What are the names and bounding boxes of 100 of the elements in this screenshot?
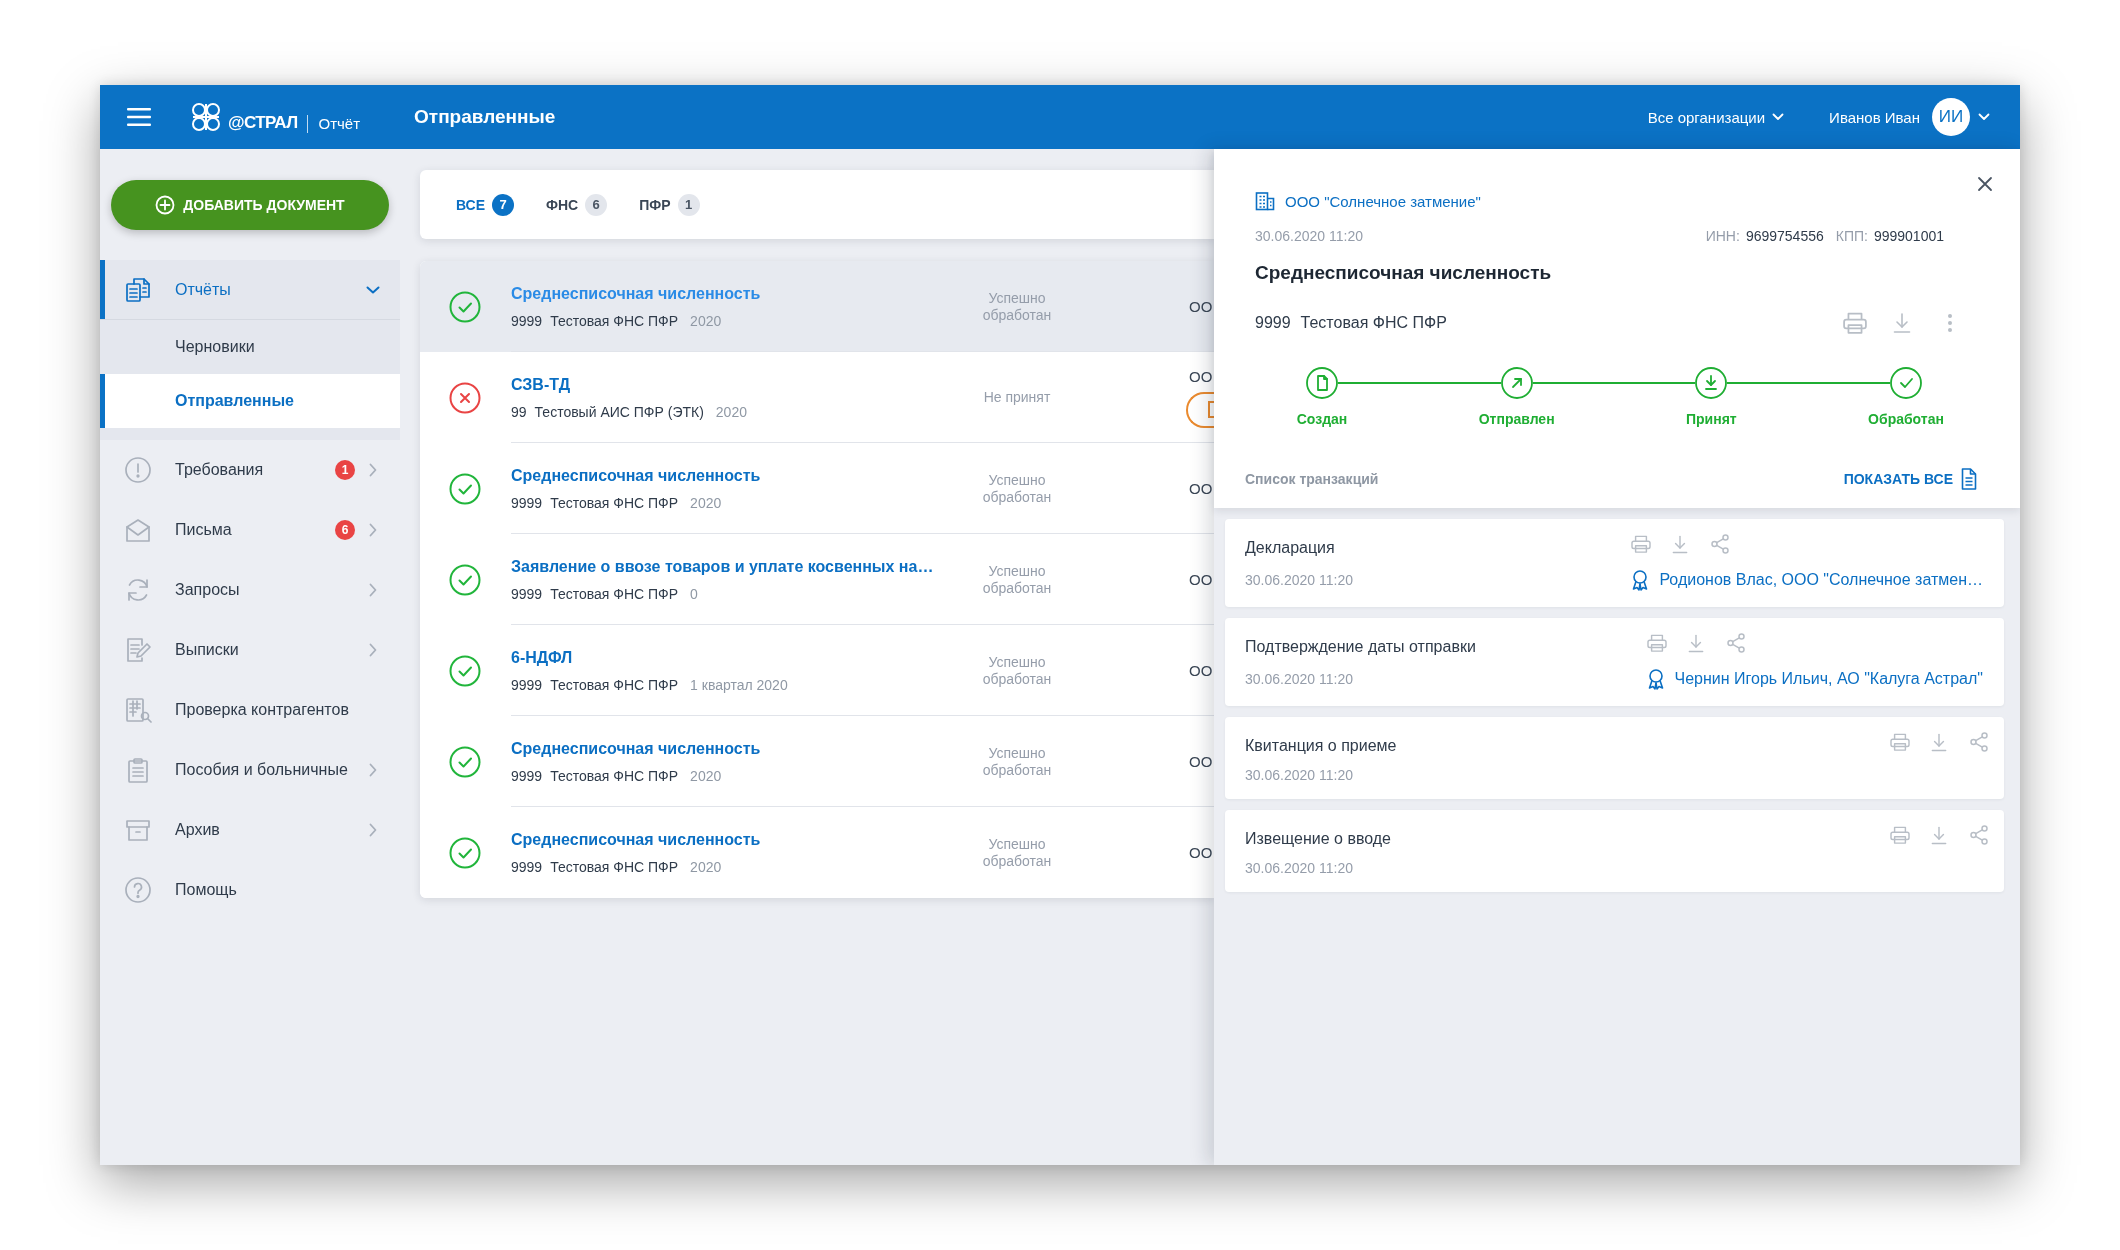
add-document-button[interactable]: ДОБАВИТЬ ДОКУМЕНТ bbox=[111, 180, 389, 230]
report-code: 9999 bbox=[511, 857, 543, 876]
recipient-name: Тестовая ФНС ПФР bbox=[550, 857, 679, 876]
organization-text: ОО bbox=[1189, 367, 1213, 386]
organization-text: ОО bbox=[1189, 752, 1213, 771]
document-title-link[interactable]: СЗВ-ТД bbox=[511, 374, 571, 395]
alert-icon bbox=[124, 456, 152, 484]
chevron-down-icon bbox=[1772, 113, 1785, 121]
report-period: 0 bbox=[690, 584, 698, 603]
document-row[interactable]: 6-НДФЛ 9999 Тестовая ФНС ПФР 1 квартал 2020 Успешно обработан ОО bbox=[420, 625, 1214, 716]
download-icon[interactable] bbox=[1931, 825, 1947, 845]
document-row[interactable]: Среднесписочная численность 9999 Тестовая ФНС ПФР 2020 Успешно обработан ОО bbox=[420, 261, 1214, 352]
action-button[interactable] bbox=[1186, 391, 1214, 428]
document-row[interactable]: Среднесписочная численность 9999 Тестовая ФНС ПФР 2020 Успешно обработан ОО bbox=[420, 443, 1214, 534]
sidebar-item[interactable]: Архив bbox=[100, 800, 400, 860]
organization-selector[interactable]: Все организации bbox=[1647, 108, 1785, 126]
document-row[interactable]: СЗВ-ТД 99 Тестовый АИС ПФР (ЭТК) 2020 Не принят ОО bbox=[420, 352, 1214, 443]
transaction-date: 30.06.2020 11:20 bbox=[1245, 571, 1354, 589]
chevron-right-icon[interactable] bbox=[369, 763, 377, 777]
sidebar-subitem[interactable]: Черновики bbox=[100, 320, 400, 374]
organization-text: ОО bbox=[1189, 479, 1213, 498]
sidebar-item[interactable]: Помощь bbox=[100, 860, 400, 920]
print-icon[interactable] bbox=[1890, 733, 1910, 751]
share-icon[interactable] bbox=[1726, 633, 1745, 653]
recipient-name: Тестовая ФНС ПФР bbox=[550, 584, 679, 603]
print-icon[interactable] bbox=[1843, 312, 1867, 334]
section-label: Список транзакций bbox=[1245, 471, 1379, 487]
document-title-link[interactable]: Среднесписочная численность bbox=[511, 738, 761, 759]
organization-text: ОО bbox=[1189, 570, 1213, 589]
download-icon[interactable] bbox=[1893, 312, 1911, 334]
transaction-title: Квитанция о приеме bbox=[1245, 736, 1398, 756]
document-title-link[interactable]: Среднесписочная численность bbox=[511, 829, 761, 850]
bracket-icon bbox=[1208, 401, 1214, 418]
document-title-link[interactable]: 6-НДФЛ bbox=[511, 647, 573, 668]
transaction-title: Подтверждение даты отправки bbox=[1245, 637, 1477, 657]
step-label: Отправлен bbox=[1478, 410, 1555, 428]
sidebar-subitem[interactable]: Отправленные bbox=[100, 374, 400, 428]
download-icon[interactable] bbox=[1672, 534, 1689, 554]
step-label: Принят bbox=[1686, 410, 1737, 428]
chevron-right-icon[interactable] bbox=[369, 523, 377, 537]
chevron-right-icon[interactable] bbox=[369, 463, 377, 477]
status-text: Не принят bbox=[982, 389, 1052, 406]
sidebar-item[interactable]: Выписки bbox=[100, 620, 400, 680]
show-all-button[interactable]: ПОКАЗАТЬ ВСЕ bbox=[1843, 468, 1977, 490]
rings-logo-icon bbox=[189, 100, 223, 134]
document-title-link[interactable]: Заявление о ввозе товаров и уплате косвенных на… bbox=[511, 556, 934, 577]
check-circle-icon bbox=[449, 654, 481, 687]
menu-icon[interactable] bbox=[127, 108, 151, 126]
document-title-link[interactable]: Среднесписочная численность bbox=[511, 465, 761, 486]
check-circle-icon bbox=[449, 290, 481, 323]
more-icon[interactable] bbox=[1947, 313, 1953, 333]
kpp-value: 999901001 bbox=[1873, 227, 1944, 245]
organization-text: ОО bbox=[1189, 843, 1213, 862]
count-badge: 1 bbox=[335, 460, 355, 480]
report-code: 9999 bbox=[511, 311, 543, 330]
recipient-name: Тестовый АИС ПФР (ЭТК) bbox=[534, 402, 704, 421]
signer-link[interactable]: Чернин Игорь Ильич, АО "Калуга Астрал" bbox=[1674, 667, 1983, 691]
recipient-name: Тестовая ФНС ПФР bbox=[550, 493, 679, 512]
sidebar-item[interactable]: Пособия и больничные bbox=[100, 740, 400, 800]
share-icon[interactable] bbox=[1970, 732, 1988, 752]
download-icon[interactable] bbox=[1931, 732, 1947, 752]
report-code: 9999 bbox=[511, 584, 543, 603]
print-icon[interactable] bbox=[1631, 535, 1652, 553]
share-icon[interactable] bbox=[1970, 825, 1988, 845]
organization-text: ОО bbox=[1189, 661, 1213, 680]
organization-link[interactable]: ООО "Солнечное затмение" bbox=[1285, 192, 1481, 210]
recipient-name: Тестовая ФНС ПФР bbox=[550, 766, 679, 785]
close-icon[interactable] bbox=[1977, 176, 1993, 192]
sidebar-item[interactable]: Отчёты bbox=[100, 260, 400, 320]
document-row[interactable]: Среднесписочная численность 9999 Тестовая ФНС ПФР 2020 Успешно обработан ОО bbox=[420, 716, 1214, 807]
document-icon bbox=[1961, 468, 1977, 490]
print-icon[interactable] bbox=[1890, 826, 1910, 844]
count-badge: 7 bbox=[492, 193, 515, 216]
status-text: Успешно обработан bbox=[981, 835, 1053, 870]
check-circle-icon bbox=[449, 563, 481, 596]
chevron-right-icon[interactable] bbox=[369, 823, 377, 837]
document-row[interactable]: Среднесписочная численность 9999 Тестовая ФНС ПФР 2020 Успешно обработан ОО bbox=[420, 807, 1214, 898]
chevron-down-icon[interactable] bbox=[366, 285, 380, 294]
sidebar-item[interactable]: Запросы bbox=[100, 560, 400, 620]
plus-circle-icon bbox=[155, 195, 176, 215]
check-circle-icon bbox=[449, 836, 481, 869]
download-icon[interactable] bbox=[1687, 633, 1704, 653]
sidebar-item[interactable]: Проверка контрагентов bbox=[100, 680, 400, 740]
sidebar-item[interactable]: Письма 6 bbox=[100, 500, 400, 560]
sidebar-item[interactable]: Требования 1 bbox=[100, 440, 400, 500]
status-text: Успешно обработан bbox=[981, 289, 1053, 324]
help-icon bbox=[124, 876, 152, 904]
share-icon[interactable] bbox=[1711, 534, 1730, 554]
filter-tab[interactable]: ВСЕ 7 bbox=[456, 193, 515, 216]
document-row[interactable]: Заявление о ввозе товаров и уплате косвенных на… 9999 Тестовая ФНС ПФР 0 Успешно обработан ОО bbox=[420, 534, 1214, 625]
chevron-right-icon[interactable] bbox=[369, 583, 377, 597]
kpp-label: КПП: bbox=[1835, 227, 1868, 245]
filter-tab[interactable]: ФНС 6 bbox=[546, 193, 608, 216]
report-code: 9999 bbox=[511, 493, 543, 512]
filter-tab[interactable]: ПФР 1 bbox=[639, 193, 700, 216]
print-icon[interactable] bbox=[1646, 634, 1667, 652]
chevron-right-icon[interactable] bbox=[369, 643, 377, 657]
user-name[interactable]: Иванов Иван bbox=[1829, 108, 1920, 126]
avatar[interactable]: ИИ bbox=[1932, 98, 1970, 136]
signer-link[interactable]: Родионов Влас, ООО "Солнечное затмен… bbox=[1659, 568, 1983, 592]
